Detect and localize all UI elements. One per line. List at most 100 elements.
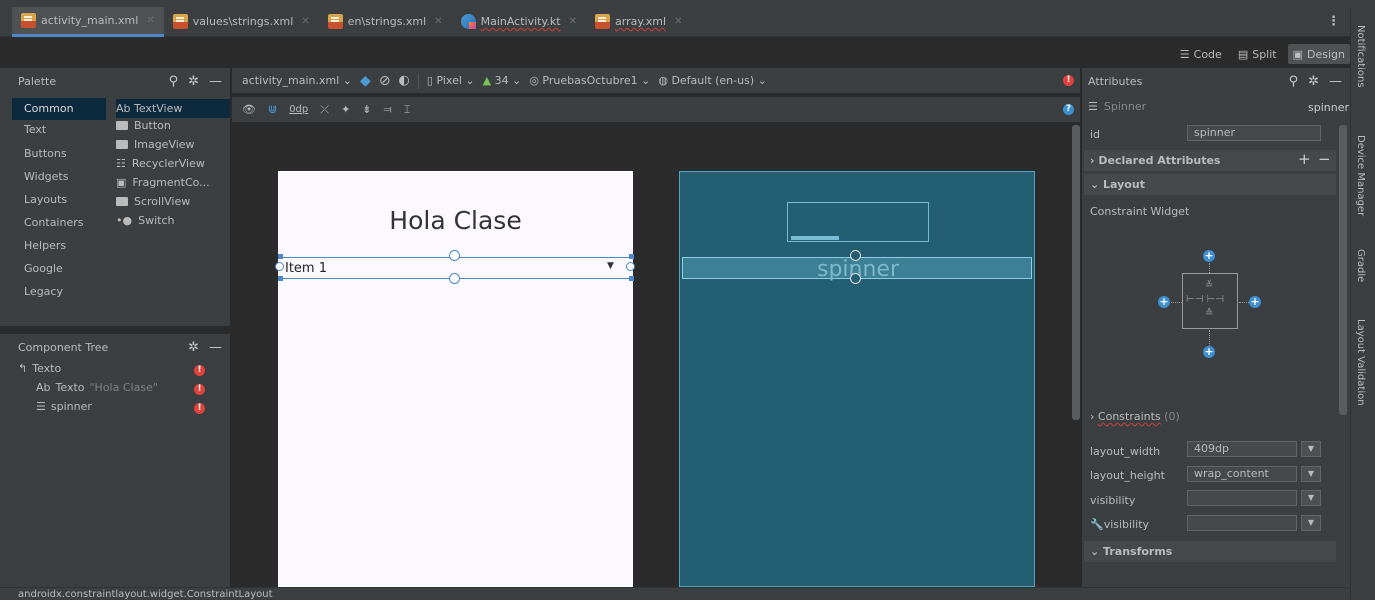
tree-item-spinner[interactable]: ☰ spinner bbox=[36, 400, 92, 413]
pack-icon[interactable]: ⇟ bbox=[362, 103, 371, 116]
layout-width-field[interactable]: 409dp bbox=[1187, 441, 1297, 457]
palette-widget-imageview[interactable]: ImageView bbox=[116, 135, 195, 154]
tab-activity-main[interactable]: activity_main.xml ✕ bbox=[12, 6, 164, 37]
palette-category-common[interactable]: Common bbox=[12, 98, 106, 120]
canvas-scrollbar[interactable] bbox=[1072, 125, 1080, 420]
add-icon[interactable]: + bbox=[1298, 150, 1311, 168]
orientation-icon[interactable]: ⊘ bbox=[379, 73, 391, 89]
transforms-section-header[interactable]: ⌄ Transforms bbox=[1084, 541, 1336, 562]
error-icon[interactable]: ! bbox=[194, 403, 205, 414]
more-vert-icon[interactable]: ⋮ bbox=[1327, 14, 1340, 29]
blueprint-preview[interactable]: spinner bbox=[679, 171, 1035, 587]
device-select[interactable]: ▯ Pixel ⌄ bbox=[427, 74, 475, 87]
resize-handle[interactable] bbox=[629, 276, 634, 281]
palette-category-widgets[interactable]: Widgets bbox=[12, 166, 106, 188]
gradle-tab[interactable]: Gradle bbox=[1355, 249, 1366, 282]
guidelines-icon[interactable]: ⌶ bbox=[404, 103, 411, 117]
palette-category-google[interactable]: Google bbox=[12, 258, 106, 280]
layout-validation-tab[interactable]: Layout Validation bbox=[1355, 319, 1366, 406]
palette-category-text[interactable]: Text bbox=[12, 119, 106, 141]
notifications-tab[interactable]: Notifications bbox=[1355, 25, 1366, 88]
design-view-button[interactable]: ▣ Design bbox=[1287, 44, 1350, 64]
constraint-handle-left[interactable] bbox=[275, 262, 284, 271]
layers-icon[interactable]: ◆ bbox=[360, 73, 371, 89]
error-icon[interactable]: ! bbox=[1063, 75, 1074, 86]
infer-constraints-icon[interactable]: ✦ bbox=[341, 103, 350, 116]
add-right-constraint-icon[interactable]: + bbox=[1249, 296, 1261, 308]
device-manager-tab[interactable]: Device Manager bbox=[1355, 135, 1366, 216]
palette-category-layouts[interactable]: Layouts bbox=[12, 189, 106, 211]
minimize-icon[interactable]: — bbox=[209, 74, 222, 89]
tree-item-texto[interactable]: Ab Texto "Hola Clase" bbox=[36, 381, 158, 394]
palette-category-helpers[interactable]: Helpers bbox=[12, 235, 106, 257]
search-icon[interactable]: ⚲ bbox=[1289, 74, 1299, 89]
file-select[interactable]: activity_main.xml ⌄ bbox=[242, 74, 352, 87]
align-icon[interactable]: ⫤ bbox=[384, 103, 392, 117]
split-view-button[interactable]: ▤ Split bbox=[1233, 44, 1282, 64]
title-textview[interactable]: Hola Clase bbox=[279, 206, 632, 235]
palette-category-buttons[interactable]: Buttons bbox=[12, 143, 106, 165]
tools-visibility-field[interactable] bbox=[1187, 515, 1297, 531]
error-icon[interactable]: ! bbox=[194, 384, 205, 395]
api-select[interactable]: ▲ 34 ⌄ bbox=[483, 74, 522, 87]
design-preview[interactable]: Hola Clase Item 1 ▼ bbox=[275, 171, 635, 587]
visibility-dropdown[interactable]: ▼ bbox=[1301, 490, 1321, 506]
palette-widget-fragment[interactable]: ▣ FragmentCo... bbox=[116, 173, 210, 192]
resize-handle[interactable] bbox=[629, 254, 634, 259]
add-bottom-constraint-icon[interactable]: + bbox=[1203, 346, 1215, 358]
attributes-scrollbar[interactable] bbox=[1339, 125, 1347, 415]
tab-main-activity[interactable]: MainActivity.kt ✕ bbox=[452, 7, 586, 37]
textview-outline[interactable] bbox=[787, 202, 929, 242]
gear-icon[interactable]: ✲ bbox=[1308, 74, 1319, 89]
constraint-handle-bottom[interactable] bbox=[449, 273, 460, 284]
tab-array[interactable]: array.xml ✕ bbox=[586, 7, 691, 37]
close-icon[interactable]: ✕ bbox=[569, 16, 577, 27]
eye-icon[interactable]: 👁 bbox=[242, 103, 256, 116]
layout-height-dropdown[interactable]: ▼ bbox=[1301, 466, 1321, 482]
remove-icon[interactable]: − bbox=[1318, 150, 1331, 168]
tree-item-root[interactable]: ↰ Texto bbox=[18, 362, 61, 375]
gear-icon[interactable]: ✲ bbox=[188, 340, 199, 355]
close-icon[interactable]: ✕ bbox=[674, 16, 682, 27]
tab-values-strings[interactable]: values\strings.xml ✕ bbox=[164, 7, 319, 37]
margin-field[interactable]: 0dp bbox=[289, 104, 308, 115]
theme-select[interactable]: ◎ PruebasOctubre1 ⌄ bbox=[529, 74, 650, 87]
minimize-icon[interactable]: — bbox=[209, 340, 222, 355]
add-left-constraint-icon[interactable]: + bbox=[1158, 296, 1170, 308]
close-icon[interactable]: ✕ bbox=[301, 16, 309, 27]
night-mode-icon[interactable]: ◐ bbox=[399, 73, 410, 88]
id-field[interactable]: spinner bbox=[1187, 125, 1321, 141]
layout-height-field[interactable]: wrap_content bbox=[1187, 466, 1297, 482]
locale-select[interactable]: ◍ Default (en-us) ⌄ bbox=[658, 74, 767, 87]
layout-width-dropdown[interactable]: ▼ bbox=[1301, 441, 1321, 457]
constraint-handle-top[interactable] bbox=[449, 250, 460, 261]
constraint-handle-right[interactable] bbox=[626, 262, 635, 271]
close-icon[interactable]: ✕ bbox=[146, 15, 154, 26]
palette-widget-switch[interactable]: •● Switch bbox=[116, 211, 174, 230]
constraint-handle-bottom[interactable] bbox=[850, 273, 861, 284]
palette-category-legacy[interactable]: Legacy bbox=[12, 281, 106, 303]
add-top-constraint-icon[interactable]: + bbox=[1203, 250, 1215, 262]
resize-handle[interactable] bbox=[278, 276, 283, 281]
minimize-icon[interactable]: — bbox=[1329, 74, 1342, 89]
search-icon[interactable]: ⚲ bbox=[169, 74, 179, 89]
magnet-icon[interactable]: ⋓ bbox=[268, 103, 277, 116]
resize-handle[interactable] bbox=[278, 254, 283, 259]
tools-visibility-dropdown[interactable]: ▼ bbox=[1301, 515, 1321, 531]
constraint-layout-icon: ↰ bbox=[18, 362, 28, 375]
constraints-section[interactable]: › Constraints (0) bbox=[1090, 410, 1180, 423]
palette-widget-recyclerview[interactable]: ☷ RecyclerView bbox=[116, 154, 205, 173]
visibility-field[interactable] bbox=[1187, 490, 1297, 506]
info-icon[interactable]: ? bbox=[1063, 104, 1074, 115]
layout-section-header[interactable]: ⌄ Layout bbox=[1084, 174, 1336, 195]
palette-widget-scrollview[interactable]: ScrollView bbox=[116, 192, 190, 211]
error-icon[interactable]: ! bbox=[194, 365, 205, 376]
code-view-button[interactable]: ☰ Code bbox=[1175, 44, 1227, 64]
gear-icon[interactable]: ✲ bbox=[188, 74, 199, 89]
close-icon[interactable]: ✕ bbox=[434, 16, 442, 27]
constraint-handle-top[interactable] bbox=[850, 250, 861, 261]
tab-en-strings[interactable]: en\strings.xml ✕ bbox=[319, 7, 452, 37]
palette-widget-button[interactable]: Button bbox=[116, 116, 171, 135]
palette-category-containers[interactable]: Containers bbox=[12, 212, 106, 234]
clear-constraints-icon[interactable]: ⤫ bbox=[320, 103, 329, 117]
